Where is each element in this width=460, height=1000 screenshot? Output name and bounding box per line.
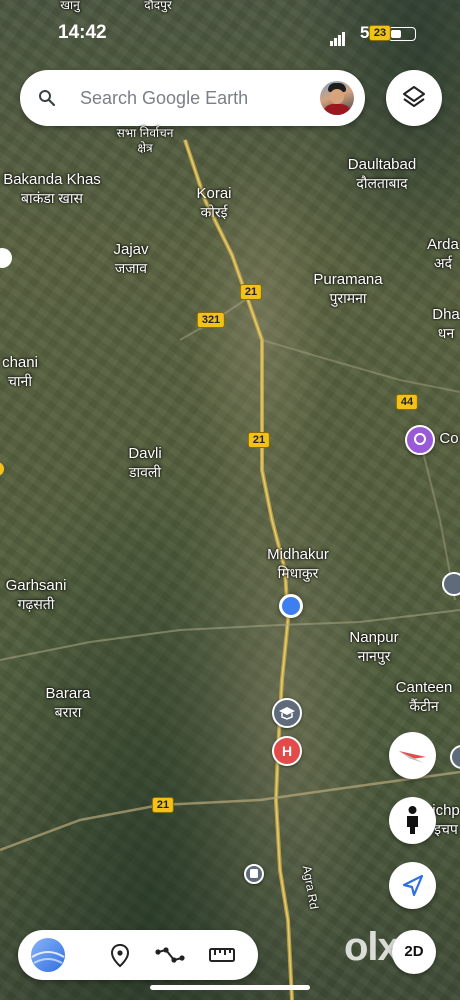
status-bar: 14:42 5 <box>0 22 460 48</box>
poi-marker-purple[interactable] <box>405 425 435 455</box>
school-icon <box>279 707 295 720</box>
place-label-midhakur: Midhakur मिधाकुर <box>267 546 329 581</box>
search-icon <box>39 90 56 107</box>
layers-button[interactable] <box>386 70 442 126</box>
street-view-button[interactable] <box>389 797 436 844</box>
layers-icon <box>403 86 425 107</box>
place-label-top-center: दौदपुर <box>144 0 172 12</box>
olx-watermark: olx <box>344 925 400 969</box>
search-placeholder: Search Google Earth <box>80 88 249 108</box>
hospital-marker[interactable]: H <box>272 736 302 766</box>
place-label-daultabad: Daultabad दौलताबाद <box>347 156 417 191</box>
place-label-jajav: Jajav जजाव <box>113 241 149 276</box>
battery-icon <box>388 27 416 41</box>
account-avatar[interactable] <box>320 81 354 115</box>
path-icon <box>155 947 185 963</box>
transit-marker[interactable] <box>244 864 264 884</box>
location-pin-icon <box>110 943 130 968</box>
place-label-garhsani: Garhsani गढ़सती <box>5 577 67 612</box>
earth-menu-button[interactable] <box>26 930 70 980</box>
compass-button[interactable] <box>389 732 436 779</box>
place-label-davli: Davli डावली <box>128 445 162 480</box>
place-label-canteen: Canteen कैंटीन <box>395 679 453 714</box>
ruler-icon <box>209 948 235 962</box>
current-location-dot <box>279 594 303 618</box>
toggle-2d-label: 2D <box>404 943 424 960</box>
place-label-dha: Dha धन <box>432 306 460 341</box>
road-shield-23: 23 <box>368 25 392 41</box>
bus-icon <box>250 869 258 878</box>
bottom-toolbar <box>18 930 258 980</box>
signal-icon <box>330 28 346 46</box>
google-earth-icon <box>31 938 65 972</box>
place-label-chani: chani चानी <box>2 354 38 389</box>
place-label-puramana: Puramana पुरामना <box>313 271 383 306</box>
compass-icon <box>399 751 426 763</box>
clock: 14:42 <box>58 22 107 43</box>
place-label-top-left: खानु <box>60 0 80 12</box>
road-shield-321: 321 <box>196 312 226 328</box>
search-bar[interactable]: Search Google Earth <box>20 70 365 126</box>
poi-icon <box>414 433 426 445</box>
pegman-icon <box>407 806 418 834</box>
my-location-button[interactable] <box>389 862 436 909</box>
navigation-arrow-icon <box>402 874 424 897</box>
place-label-korai: Korai कोरई <box>196 185 232 220</box>
place-label-bakanda-khas: Bakanda Khas बाकंडा खास <box>3 171 101 206</box>
road-shield-21-top: 21 <box>239 284 263 300</box>
hospital-icon: H <box>281 743 293 759</box>
measure-ruler-button[interactable] <box>200 930 244 980</box>
place-label-co: Co <box>439 430 459 447</box>
satellite-map[interactable] <box>0 0 460 1000</box>
road-shield-21-bottom: 21 <box>151 797 175 813</box>
measure-path-button[interactable] <box>148 930 192 980</box>
road-shield-44: 44 <box>395 394 419 410</box>
edge-marker-right[interactable] <box>442 572 460 596</box>
toggle-2d-button[interactable]: 2D <box>392 930 436 974</box>
road-network <box>0 139 460 1000</box>
place-label-arda: Arda अर्द <box>427 236 459 271</box>
place-label-nanpur: Nanpur नानपुर <box>349 629 399 664</box>
school-marker[interactable] <box>272 698 302 728</box>
road-shield-21-mid: 21 <box>247 432 271 448</box>
projects-button[interactable] <box>98 930 142 980</box>
place-label-sabha: सभा निर्वाचन क्षेत्र <box>116 126 174 155</box>
place-label-barara: Barara बरारा <box>45 685 91 720</box>
place-label-ichp: ichp इचप <box>432 802 460 837</box>
home-indicator <box>150 985 310 990</box>
